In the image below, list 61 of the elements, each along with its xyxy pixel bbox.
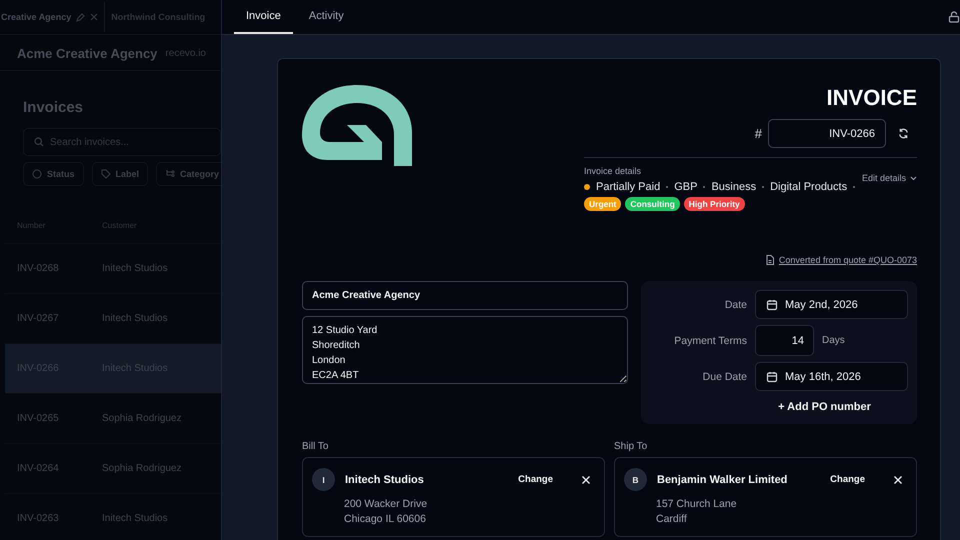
table-cell-text: Initech Studios (102, 263, 169, 274)
contact-name: Benjamin Walker Limited (657, 474, 788, 486)
address-line: 157 Church Lane (656, 497, 738, 511)
table-cell-text: Sophia Rodriguez (102, 413, 182, 424)
date-field[interactable]: May 16th, 2026 (755, 362, 908, 391)
field-label: Due Date (702, 370, 747, 382)
section-label: Bill To (302, 441, 330, 452)
status-dot-icon (584, 184, 590, 190)
address-line: 200 Wacker Drive (344, 497, 428, 511)
lock-icon[interactable] (948, 11, 960, 23)
section-label: Ship To (614, 441, 648, 452)
tag-label: High Priority (684, 197, 745, 211)
chevron-down-icon (910, 176, 917, 180)
refresh-icon[interactable] (898, 128, 909, 139)
tab[interactable]: Invoice (234, 0, 293, 34)
hash-label: # (754, 126, 762, 141)
circle-icon (32, 169, 42, 179)
avatar-icon: I (312, 468, 335, 491)
table-cell-text: Initech Studios (102, 313, 169, 324)
change-button[interactable]: Change (512, 473, 559, 486)
calendar-icon (766, 370, 778, 382)
company-name-field[interactable]: Acme Creative Agency (302, 281, 628, 310)
table-cell-text: Sophia Rodriguez (102, 463, 182, 474)
address-field[interactable]: 12 Studio Yard Shoreditch London EC2A 4BT (302, 316, 628, 384)
unit-label: Days (822, 335, 845, 346)
meta-text: GBP (674, 181, 698, 193)
address-line: Cardiff (656, 512, 688, 526)
invoice-heading: INVOICE (826, 85, 917, 111)
company-name: Acme Creative Agency (17, 46, 158, 60)
avatar-icon: B (624, 468, 647, 491)
edit-details-button[interactable]: Edit details (862, 172, 917, 184)
table-cell-text: INV-0263 (17, 513, 60, 524)
field-label: Payment Terms (673, 334, 747, 346)
calendar-icon (766, 298, 778, 310)
table-cell-text: INV-0264 (17, 463, 60, 474)
invoice-number-field[interactable]: INV-0266 (768, 119, 886, 148)
document-icon (766, 255, 774, 265)
change-button[interactable]: Change (824, 473, 871, 486)
branch-icon (165, 169, 176, 179)
page-title: Invoices (23, 99, 84, 116)
tag-label: Urgent (584, 197, 622, 211)
search-icon (34, 137, 44, 147)
table-cell-text: INV-0268 (17, 263, 60, 274)
add-po-button[interactable]: + Add PO number (772, 400, 877, 414)
contact-name: Initech Studios (345, 474, 425, 486)
tag-icon (100, 169, 111, 179)
meta-text: Digital Products (770, 181, 848, 193)
meta-text: Business (711, 181, 756, 193)
logo-icon (302, 85, 412, 166)
date-field[interactable]: May 2nd, 2026 (755, 290, 908, 319)
table-cell-text: Initech Studios (102, 513, 169, 524)
status-text: Partially Paid (596, 181, 660, 193)
number-field[interactable]: 14 (755, 325, 814, 356)
field-label: Date (724, 298, 747, 310)
tab[interactable]: Activity (296, 0, 356, 34)
details-label: Invoice details (584, 166, 642, 176)
converted-link[interactable]: Converted from quote #QUO-0073 (778, 255, 917, 265)
table-cell-text: INV-0267 (17, 313, 60, 324)
address-line: Chicago IL 60606 (344, 512, 427, 526)
tag-label: Consulting (625, 197, 680, 211)
table-cell-text: INV-0265 (17, 413, 60, 424)
